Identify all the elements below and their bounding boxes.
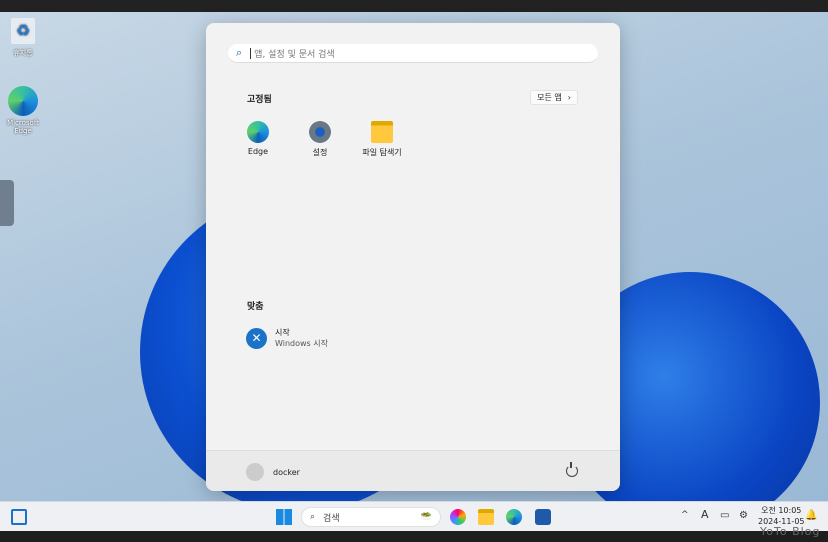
taskbar: ⌕ 검색 🥗 ^ A ▭ ⚙ 오전 10:05 2024-11-05 🔔 <box>0 501 828 531</box>
copilot-icon[interactable] <box>450 509 466 525</box>
top-bar <box>0 0 828 12</box>
user-account-button[interactable]: docker <box>246 463 300 481</box>
gear-icon <box>309 121 331 143</box>
recycle-bin-desktop-icon[interactable]: ♻ 휴지통 <box>0 18 46 58</box>
pinned-app-settings[interactable]: 설정 <box>290 121 350 158</box>
clock[interactable]: 오전 10:05 2024-11-05 <box>758 505 805 527</box>
chevron-up-icon[interactable]: ^ <box>681 510 689 520</box>
recycle-bin-icon: ♻ <box>11 18 35 44</box>
edge-desktop-icon[interactable]: Microsoft Edge <box>0 86 46 135</box>
app-label: 파일 탐색기 <box>362 148 402 157</box>
store-icon[interactable] <box>535 509 551 525</box>
edge-icon <box>247 121 269 143</box>
taskbar-search-label: 검색 <box>323 513 340 524</box>
display-icon[interactable]: ▭ <box>720 510 729 521</box>
user-avatar-icon <box>246 463 264 481</box>
chevron-right-icon: › <box>567 93 571 102</box>
app-label: 설정 <box>312 148 328 157</box>
user-name: docker <box>273 467 300 477</box>
input-method-icon[interactable]: A <box>701 508 709 521</box>
windows-start-icon[interactable] <box>276 509 292 525</box>
get-started-icon: ✕ <box>246 327 267 349</box>
recommended-title: 맞춤 <box>247 302 264 312</box>
folder-icon <box>371 121 393 143</box>
recommended-item[interactable]: ✕ 시작 Windows 시작 <box>246 327 328 349</box>
edge-icon[interactable] <box>506 509 522 525</box>
widgets-icon[interactable] <box>11 509 27 525</box>
notification-bell-icon[interactable]: 🔔 <box>805 510 817 521</box>
edge-icon <box>8 86 38 116</box>
watermark: YoTo Blog <box>760 525 821 538</box>
start-search-input[interactable]: ⌕ 앱, 설정 및 문서 검색 <box>228 44 598 63</box>
start-footer: docker <box>206 450 620 491</box>
side-panel-handle[interactable] <box>0 180 14 226</box>
start-menu: ⌕ 앱, 설정 및 문서 검색 고정됨 모든 앱 › Edge 설정 파일 탐색기… <box>206 23 620 491</box>
pinned-app-file-explorer[interactable]: 파일 탐색기 <box>352 121 412 158</box>
bottom-bar <box>0 531 828 542</box>
search-icon: ⌕ <box>236 46 243 59</box>
pinned-title: 고정됨 <box>247 95 272 105</box>
recommended-title-text: 시작 <box>275 328 290 337</box>
edge-label: Microsoft Edge <box>7 119 39 135</box>
search-highlight-icon: 🥗 <box>420 512 432 522</box>
all-apps-label: 모든 앱 <box>537 93 562 102</box>
all-apps-button[interactable]: 모든 앱 › <box>530 90 578 105</box>
search-placeholder: 앱, 설정 및 문서 검색 <box>254 49 335 60</box>
pinned-app-edge[interactable]: Edge <box>228 121 288 156</box>
power-icon[interactable] <box>566 462 578 477</box>
search-icon: ⌕ <box>310 512 316 522</box>
app-label: Edge <box>247 147 269 156</box>
recommended-subtitle: Windows 시작 <box>275 339 328 348</box>
clock-time: 오전 10:05 <box>761 506 802 515</box>
network-icon[interactable]: ⚙ <box>739 510 748 521</box>
taskbar-search[interactable]: ⌕ 검색 🥗 <box>301 507 441 527</box>
recycle-bin-label: 휴지통 <box>13 49 33 57</box>
file-explorer-icon[interactable] <box>478 509 494 525</box>
